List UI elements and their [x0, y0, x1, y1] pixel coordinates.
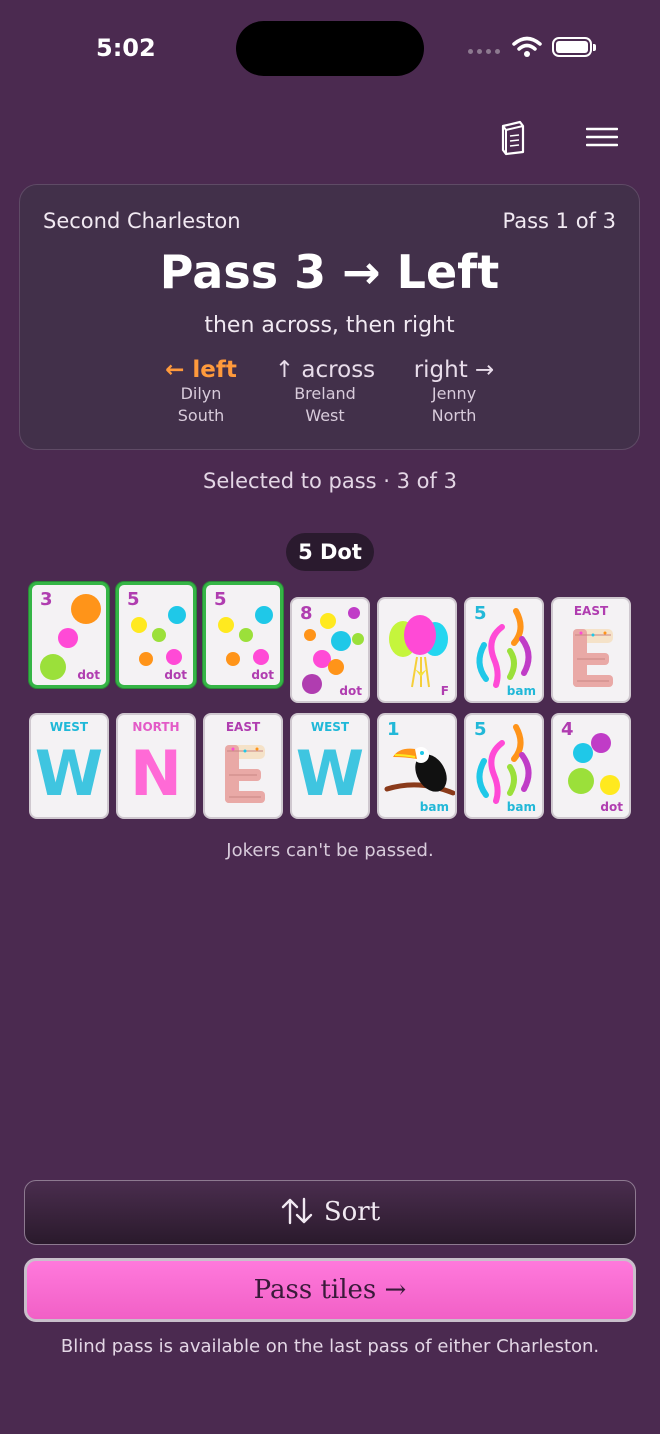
tile-suit: dot: [77, 668, 100, 682]
pass-headline: Pass 3 → Left: [159, 245, 500, 299]
selection-status: Selected to pass · 3 of 3: [203, 469, 457, 493]
tile-1-bam[interactable]: 1 bam: [377, 713, 457, 819]
tile-5-bam[interactable]: 5 bam: [464, 713, 544, 819]
jokers-note: Jokers can't be passed.: [226, 840, 434, 861]
tile-wind-label: NORTH: [132, 720, 180, 734]
tile-number: 5: [127, 589, 140, 610]
direction-label: ↑ across: [274, 357, 376, 383]
player-seat: South: [177, 406, 225, 425]
tile-5-dot[interactable]: 5 dot: [116, 582, 196, 688]
pass-button-label: Pass tiles →: [253, 1275, 407, 1305]
focused-tile-badge: 5 Dot: [286, 533, 374, 571]
tile-suit: dot: [164, 668, 187, 682]
wifi-icon: [512, 36, 542, 57]
tile-5-bam[interactable]: 5 bam: [464, 597, 544, 703]
tile-suit: bam: [506, 800, 536, 814]
status-bar: 5:02: [0, 0, 660, 100]
tile-flower[interactable]: F: [377, 597, 457, 703]
status-time: 5:02: [96, 34, 156, 62]
tile-number: 3: [40, 589, 53, 610]
tile-4-dot[interactable]: 4 dot: [551, 713, 631, 819]
direction-label: right →: [413, 357, 495, 383]
player-seat: North: [431, 406, 477, 425]
tile-number: 1: [387, 719, 400, 740]
tile-5-dot[interactable]: 5 dot: [203, 582, 283, 688]
rules-book-icon[interactable]: [498, 120, 528, 156]
player-name: Breland: [294, 384, 356, 403]
tile-suit: dot: [339, 684, 362, 698]
tile-8-dot[interactable]: 8 dot: [290, 597, 370, 703]
tile-number: 5: [474, 603, 487, 624]
menu-icon[interactable]: [586, 126, 618, 148]
direction-across: ↑ across Breland West: [255, 357, 395, 427]
tile-number: 5: [474, 719, 487, 740]
direction-right: right → Jenny North: [384, 357, 524, 427]
tile-wind-label: EAST: [573, 604, 609, 618]
sort-button[interactable]: Sort: [24, 1180, 636, 1245]
sort-button-label: Sort: [323, 1197, 381, 1227]
pass-sequence: then across, then right: [204, 313, 455, 338]
tile-wind-label: WEST: [310, 720, 350, 734]
player-name: Dilyn: [180, 384, 222, 403]
blind-pass-note: Blind pass is available on the last pass…: [60, 1336, 600, 1357]
direction-left: ← left Dilyn South: [131, 357, 271, 427]
tile-wind-label: WEST: [49, 720, 89, 734]
tile-3-dot[interactable]: 3 dot: [29, 582, 109, 688]
pass-counter: Pass 1 of 3: [502, 209, 616, 233]
tile-west-wind[interactable]: WEST W: [29, 713, 109, 819]
tile-suit: dot: [251, 668, 274, 682]
tile-suit: bam: [506, 684, 536, 698]
tile-east-wind[interactable]: EAST: [551, 597, 631, 703]
sort-arrows-icon: [281, 1197, 313, 1225]
tile-wind-label: EAST: [225, 720, 261, 734]
player-name: Jenny: [431, 384, 477, 403]
battery-icon: [552, 37, 596, 57]
tile-suit: dot: [600, 800, 623, 814]
dynamic-island: [236, 21, 424, 76]
pass-tiles-button[interactable]: Pass tiles →: [24, 1258, 636, 1322]
charleston-stage: Second Charleston: [43, 209, 241, 233]
tile-number: 5: [214, 589, 227, 610]
tile-suit: bam: [419, 800, 449, 814]
tile-number: 4: [561, 719, 574, 740]
tile-letter: W: [34, 737, 104, 810]
signal-icon: [468, 49, 500, 54]
tile-letter: N: [130, 737, 182, 810]
tile-letter: W: [295, 737, 365, 810]
charleston-card: Second Charleston Pass 1 of 3 Pass 3 → L…: [19, 184, 640, 450]
tile-east-wind[interactable]: EAST: [203, 713, 283, 819]
direction-label: ← left: [165, 357, 237, 383]
tile-number: 8: [300, 603, 313, 624]
tile-suit: F: [440, 684, 449, 698]
tile-north-wind[interactable]: NORTH N: [116, 713, 196, 819]
player-seat: West: [305, 406, 345, 425]
tile-west-wind[interactable]: WEST W: [290, 713, 370, 819]
